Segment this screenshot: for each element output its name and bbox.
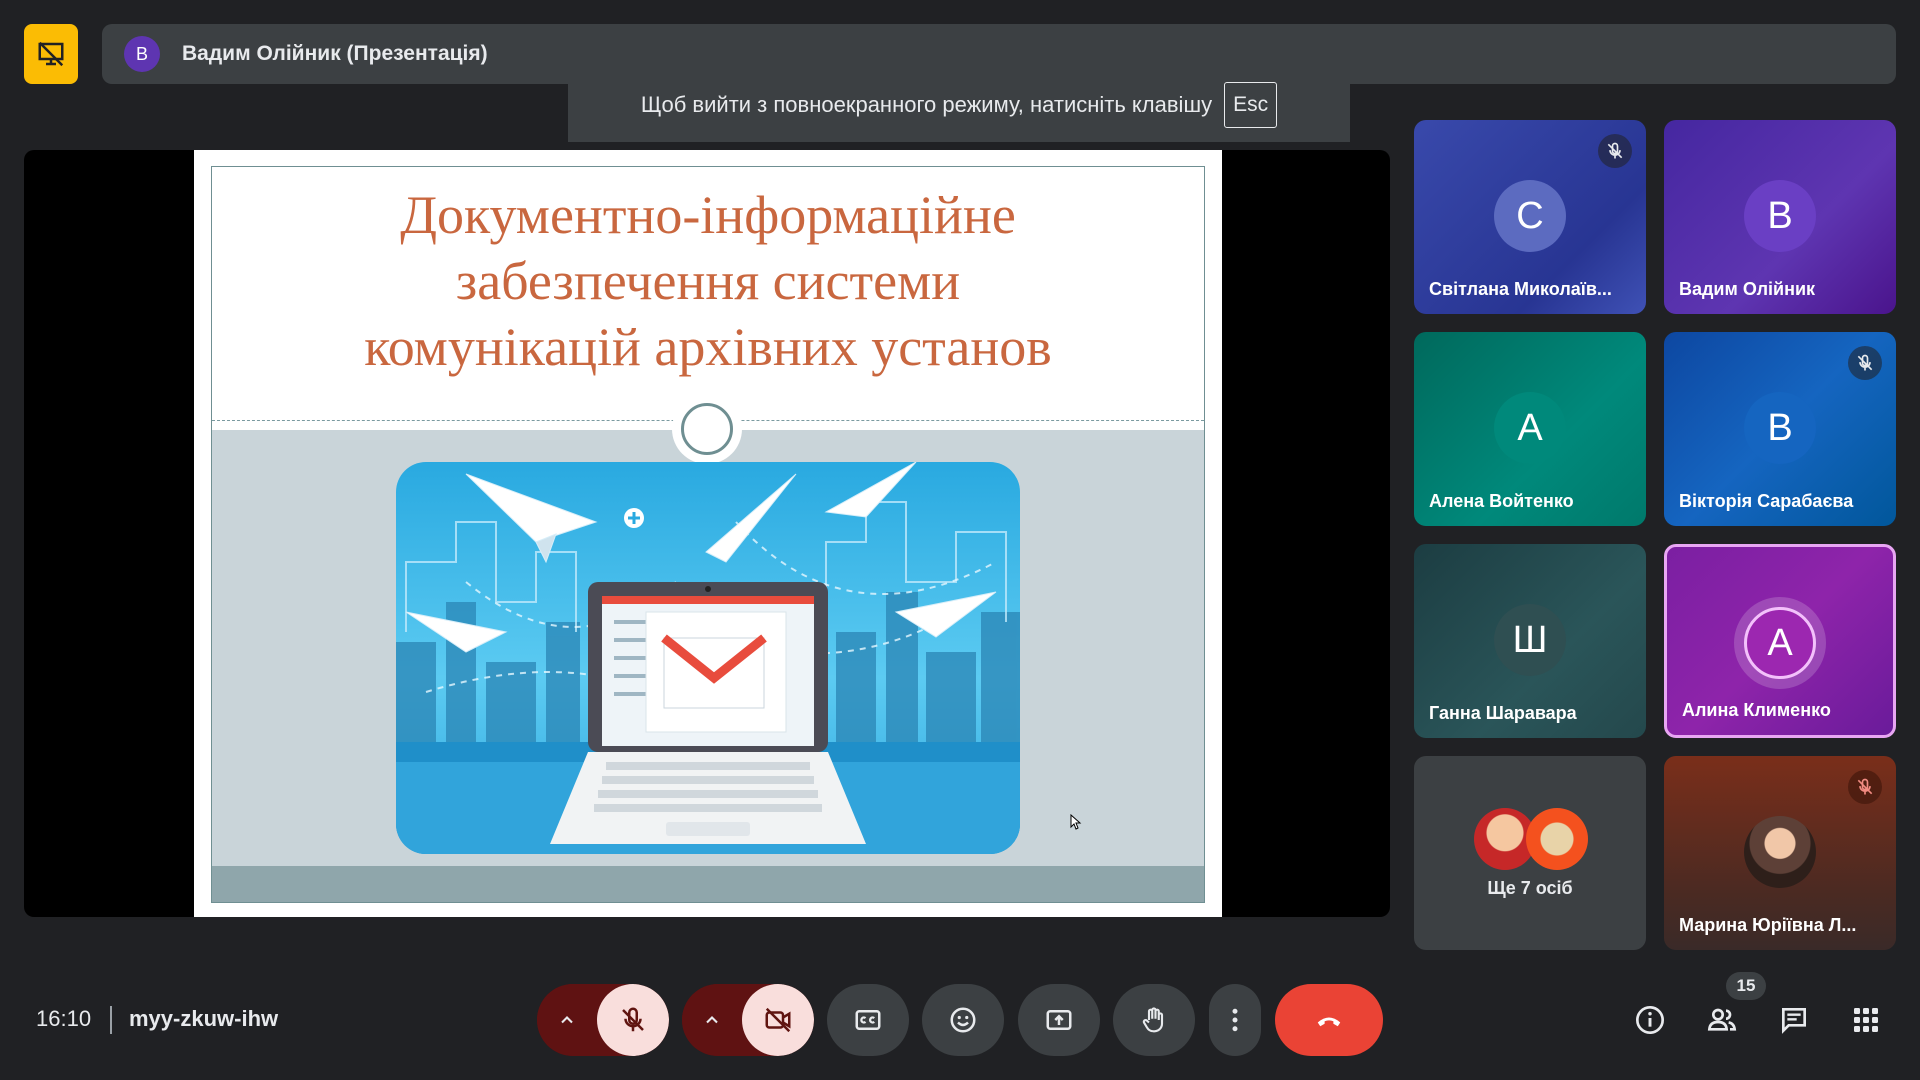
email-laptop-illustration xyxy=(396,462,1020,854)
participant-tile[interactable]: Ш Ганна Шаравара xyxy=(1414,544,1646,738)
camera-toggle-button[interactable] xyxy=(742,984,814,1056)
mic-off-indicator xyxy=(1848,770,1882,804)
participant-avatar: В xyxy=(1744,392,1816,464)
closed-captions-icon xyxy=(855,1010,881,1030)
presenter-avatar: В xyxy=(124,36,160,72)
activities-button[interactable] xyxy=(1842,996,1890,1044)
raise-hand-icon xyxy=(1142,1007,1164,1033)
leave-call-button[interactable] xyxy=(1275,984,1383,1056)
call-end-icon xyxy=(1317,1017,1341,1027)
more-vert-icon xyxy=(1232,1008,1238,1032)
chat-button[interactable] xyxy=(1770,996,1818,1044)
mic-off-icon xyxy=(1607,142,1623,159)
fullscreen-exit-notice: Щоб вийти з повноекранного режиму, натис… xyxy=(568,68,1350,142)
captions-button[interactable] xyxy=(827,984,909,1056)
participant-avatar: В xyxy=(1744,180,1816,252)
presentation-badge[interactable] xyxy=(24,24,78,84)
people-icon xyxy=(1707,1008,1737,1031)
meeting-clock: 16:10 xyxy=(36,1006,92,1031)
mouse-cursor-icon xyxy=(1070,814,1082,830)
present-now-button[interactable] xyxy=(1018,984,1100,1056)
mic-off-icon xyxy=(622,1007,644,1032)
participant-name: Марина Юріївна Л... xyxy=(1679,915,1857,935)
videocam-off-icon xyxy=(765,1007,791,1033)
raise-hand-button[interactable] xyxy=(1113,984,1195,1056)
meeting-details-button[interactable] xyxy=(1626,996,1674,1044)
chat-icon xyxy=(1782,1008,1806,1034)
camera-control xyxy=(682,984,814,1056)
present-to-all-icon xyxy=(1046,1010,1072,1030)
slide-title: Документно-інформаційне забезпечення сис… xyxy=(211,182,1205,380)
more-options-button[interactable] xyxy=(1209,984,1261,1056)
microphone-control xyxy=(537,984,669,1056)
participant-avatar: А xyxy=(1744,607,1816,679)
participant-tile[interactable]: Марина Юріївна Л... xyxy=(1664,756,1896,950)
mic-off-indicator xyxy=(1598,134,1632,168)
more-participants-label: Ще 7 осіб xyxy=(1487,878,1573,898)
apps-icon xyxy=(1854,1008,1878,1032)
participant-tile[interactable]: В Вікторія Сарабаєва xyxy=(1664,332,1896,526)
participant-avatar: С xyxy=(1494,180,1566,252)
people-button[interactable] xyxy=(1698,996,1746,1044)
participant-photo xyxy=(1526,808,1588,870)
participant-tile[interactable]: В Вадим Олійник xyxy=(1664,120,1896,314)
participant-tile-speaking[interactable]: А Алина Клименко xyxy=(1664,544,1896,738)
presentation-title: Вадим Олійник (Презентація) xyxy=(182,42,488,65)
participant-name: Ганна Шаравара xyxy=(1429,703,1577,723)
slide-ring-ornament xyxy=(672,394,742,464)
participant-tile[interactable]: С Світлана Миколаїв... xyxy=(1414,120,1646,314)
chevron-up-icon xyxy=(706,1016,718,1024)
participant-name: Алина Клименко xyxy=(1682,700,1831,720)
audio-options-button[interactable] xyxy=(537,984,597,1056)
participant-name: Вікторія Сарабаєва xyxy=(1679,491,1854,511)
mic-off-indicator xyxy=(1848,346,1882,380)
emoji-icon xyxy=(950,1007,976,1033)
chevron-up-icon xyxy=(561,1016,573,1024)
participant-photo xyxy=(1744,816,1816,888)
slide-title-line: комунікацій архівних установ xyxy=(364,317,1052,377)
fullscreen-notice-text: Щоб вийти з повноекранного режиму, натис… xyxy=(640,92,1213,117)
slide-title-line: Документно-інформаційне xyxy=(400,185,1016,245)
esc-key-hint: Esc xyxy=(1224,82,1278,128)
participant-name: Світлана Миколаїв... xyxy=(1429,279,1612,299)
reactions-button[interactable] xyxy=(922,984,1004,1056)
participant-avatar: Ш xyxy=(1494,604,1566,676)
presentation-stage[interactable]: Документно-інформаційне забезпечення сис… xyxy=(24,150,1390,917)
more-participants-tile[interactable]: Ще 7 осіб xyxy=(1414,756,1646,950)
participant-name: Вадим Олійник xyxy=(1679,279,1816,299)
participant-name: Алена Войтенко xyxy=(1429,491,1574,511)
participant-avatar: А xyxy=(1494,392,1566,464)
presentation-off-icon xyxy=(38,41,64,67)
video-options-button[interactable] xyxy=(682,984,742,1056)
participant-tile[interactable]: А Алена Войтенко xyxy=(1414,332,1646,526)
more-participants-avatars xyxy=(1474,808,1590,870)
mic-off-icon xyxy=(1857,778,1873,795)
meeting-code: myy-zkuw-ihw xyxy=(129,1006,279,1031)
presentation-slide: Документно-інформаційне забезпечення сис… xyxy=(194,150,1222,917)
mic-off-icon xyxy=(1857,354,1873,371)
slide-title-line: забезпечення системи xyxy=(455,251,961,311)
mic-toggle-button[interactable] xyxy=(597,984,669,1056)
info-icon xyxy=(1636,1006,1664,1034)
footer-divider xyxy=(110,1006,112,1034)
